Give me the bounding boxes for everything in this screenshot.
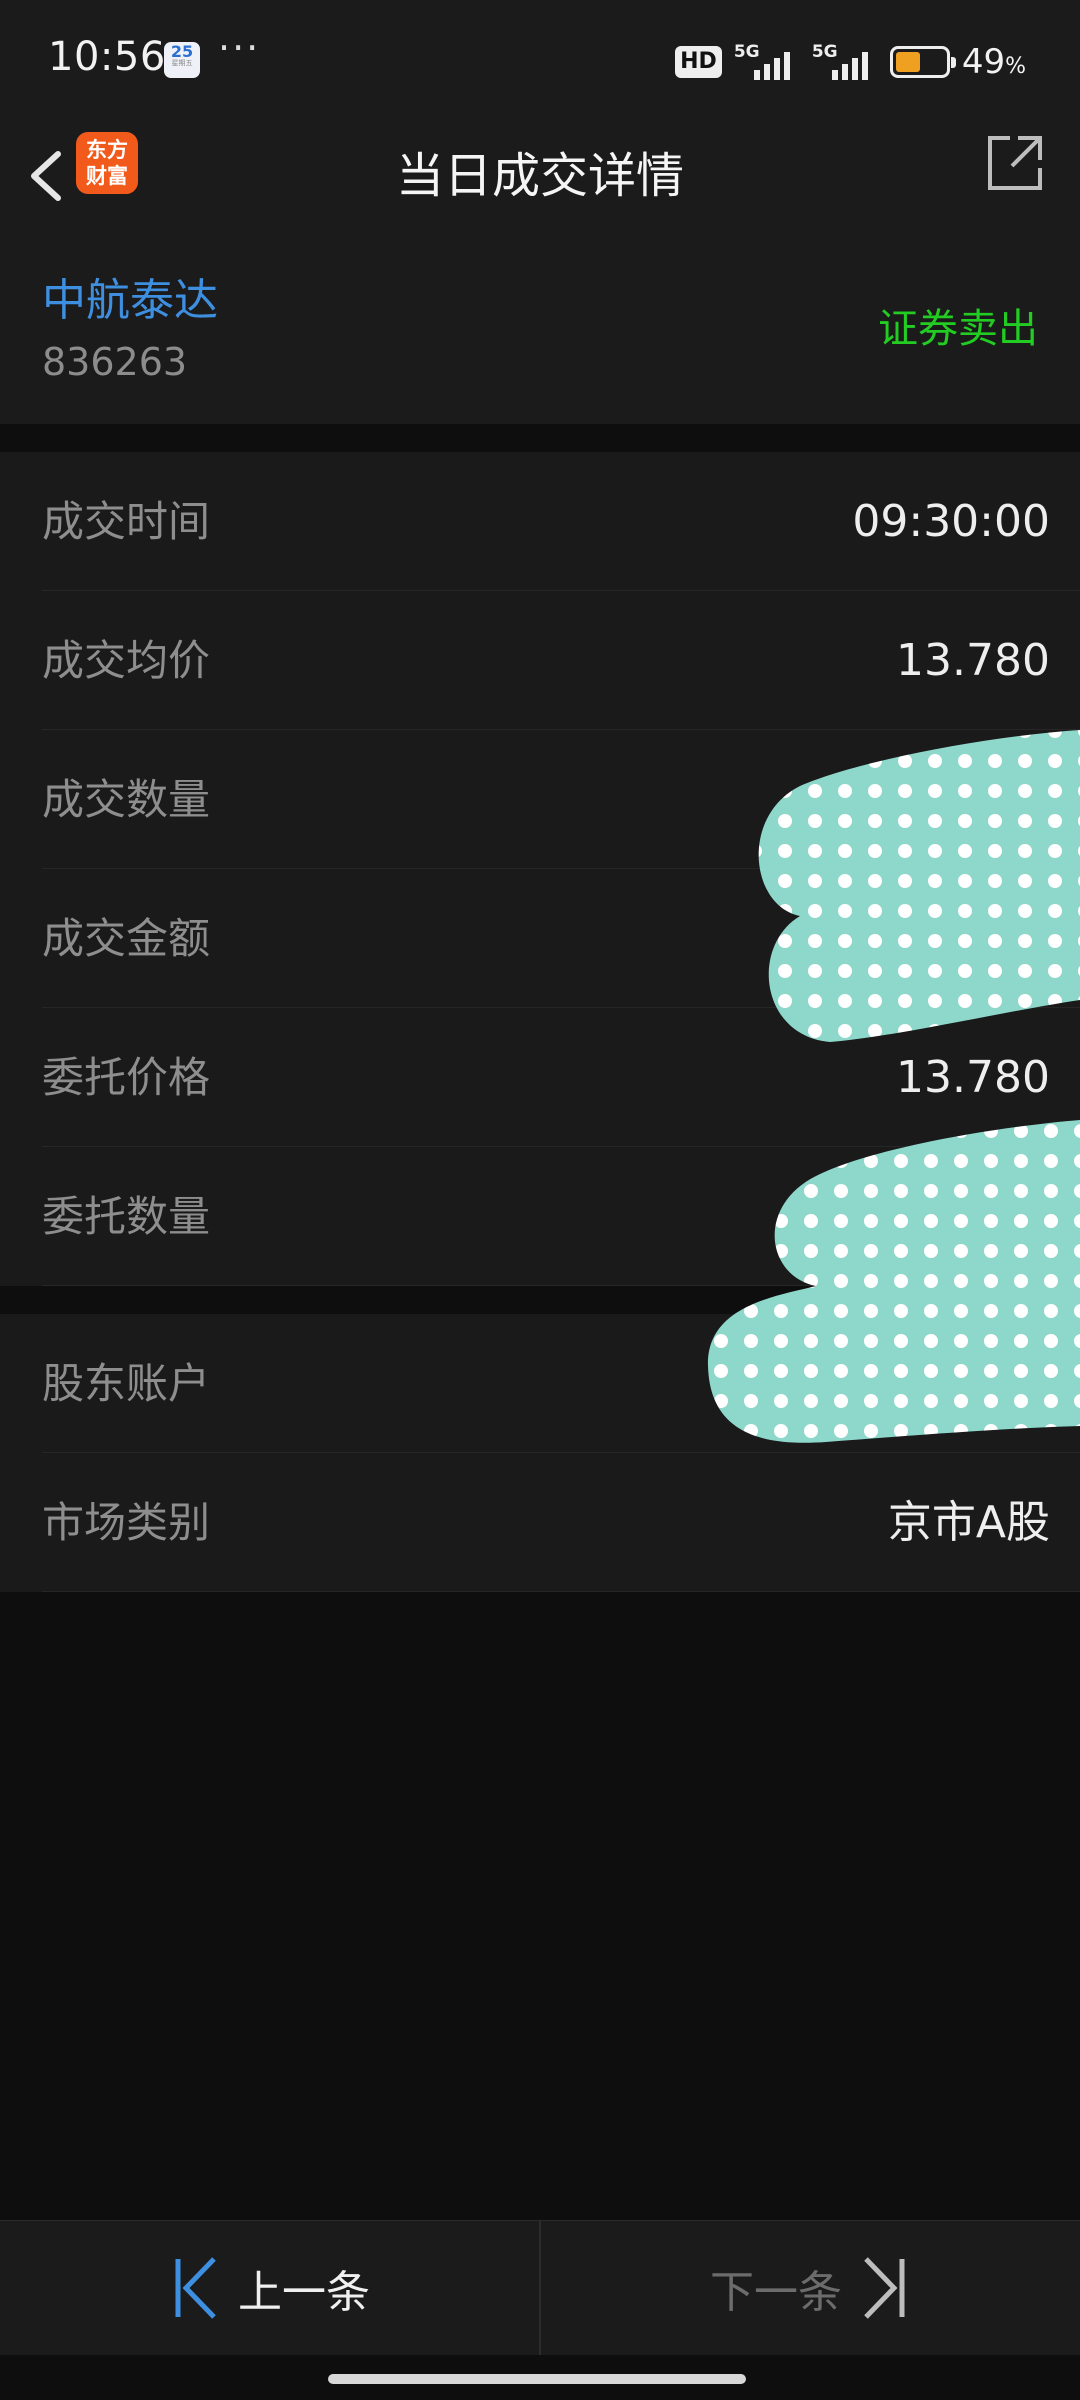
detail-label: 市场类别 — [42, 1498, 211, 1547]
hd-badge: HD — [675, 46, 722, 78]
redaction-sticker — [758, 730, 1080, 1042]
previous-icon — [175, 2257, 216, 2319]
detail-label: 股东账户 — [42, 1359, 211, 1408]
bottom-navigation: 上一条 下一条 — [0, 2220, 1080, 2355]
calendar-icon: 25 星期五 — [164, 42, 200, 78]
share-icon[interactable] — [984, 132, 1046, 194]
calendar-caption: 星期五 — [171, 59, 193, 67]
detail-label: 成交时间 — [42, 497, 211, 546]
next-button[interactable]: 下一条 — [710, 2221, 910, 2355]
divider — [539, 2221, 541, 2355]
detail-label: 委托价格 — [42, 1053, 211, 1102]
more-notifications-icon: ··· — [218, 26, 261, 70]
battery-percent: 49% — [961, 42, 1026, 82]
detail-row: 成交均价 13.780 — [0, 591, 1080, 730]
stock-code: 836263 — [42, 340, 188, 384]
status-bar: 10:56 25 星期五 ··· HD 5G 5G 49% — [0, 0, 1080, 124]
detail-row: 成交时间 09:30:00 — [0, 452, 1080, 591]
detail-value: 京市A股 — [887, 1497, 1050, 1548]
signal-icon-1: 5G — [734, 42, 800, 82]
detail-label: 成交均价 — [42, 636, 211, 685]
stock-header: 中航泰达 836263 证券卖出 — [0, 228, 1080, 424]
trade-direction: 证券卖出 — [878, 306, 1038, 352]
previous-button[interactable]: 上一条 — [170, 2221, 370, 2355]
next-label: 下一条 — [710, 2267, 842, 2318]
status-indicators: HD 5G 5G 49% — [675, 38, 1026, 86]
redaction-sticker — [707, 1120, 1080, 1443]
stock-name[interactable]: 中航泰达 — [42, 264, 218, 328]
page-title: 当日成交详情 — [395, 148, 684, 204]
detail-label: 委托数量 — [42, 1192, 211, 1241]
status-time: 10:56 — [48, 34, 166, 80]
home-indicator[interactable] — [328, 2374, 746, 2384]
detail-label: 成交数量 — [42, 775, 211, 824]
detail-value: 09:30:00 — [852, 496, 1050, 547]
detail-label: 成交金额 — [42, 914, 211, 963]
detail-row: 市场类别 京市A股 — [0, 1453, 1080, 1592]
signal-icon-2: 5G — [812, 42, 878, 82]
battery-icon — [889, 46, 956, 78]
detail-value: 13.780 — [896, 635, 1050, 686]
next-icon — [864, 2257, 905, 2319]
previous-label: 上一条 — [238, 2267, 370, 2318]
